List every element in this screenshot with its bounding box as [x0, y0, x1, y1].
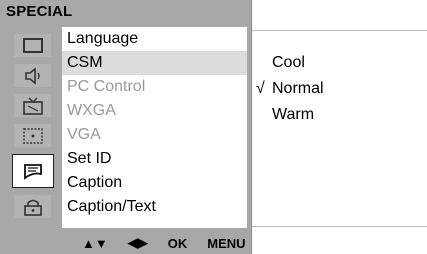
menu-item-pc-control: PC Control	[67, 78, 146, 95]
option-normal[interactable]: √ Normal	[256, 76, 324, 102]
osd-panel: SPECIAL Language CSM PC Control WXGA VGA…	[0, 0, 252, 254]
menu-hint: MENU	[207, 235, 246, 251]
menu-item-set-id[interactable]: Set ID	[62, 147, 247, 171]
menu-item-language[interactable]: Language	[62, 27, 247, 51]
category-sidebar	[5, 27, 60, 233]
check-mark-icon: √	[256, 80, 265, 97]
picture-icon[interactable]	[14, 34, 51, 57]
menu-item-wxga: WXGA	[67, 102, 116, 119]
menu-item-csm[interactable]: CSM	[62, 51, 247, 75]
menu-list: Language CSM PC Control WXGA VGA Set ID …	[62, 27, 247, 228]
menu-title: SPECIAL	[6, 3, 73, 20]
menu-item-caption-text[interactable]: Caption/Text	[62, 195, 247, 219]
menu-item-caption[interactable]: Caption	[62, 171, 247, 195]
sound-icon[interactable]	[14, 64, 51, 87]
ok-hint: OK	[167, 235, 188, 251]
option-warm[interactable]: Warm	[256, 102, 324, 128]
updown-arrows-icon: ▲▼	[82, 235, 108, 251]
option-cool[interactable]: Cool	[256, 50, 324, 76]
tv-icon[interactable]	[14, 94, 51, 117]
menu-item-vga: VGA	[67, 126, 101, 143]
submenu-top-divider	[252, 30, 427, 31]
submenu-bottom-divider	[252, 226, 427, 227]
special-icon[interactable]	[12, 154, 54, 188]
csm-submenu: Cool √ Normal Warm	[256, 50, 324, 128]
lock-icon[interactable]	[14, 195, 51, 218]
screen-icon[interactable]	[14, 124, 51, 147]
leftright-arrows-icon: ◀▶	[127, 235, 148, 250]
navigation-hint-bar: ▲▼ ◀▶ OK MENU	[62, 232, 251, 254]
